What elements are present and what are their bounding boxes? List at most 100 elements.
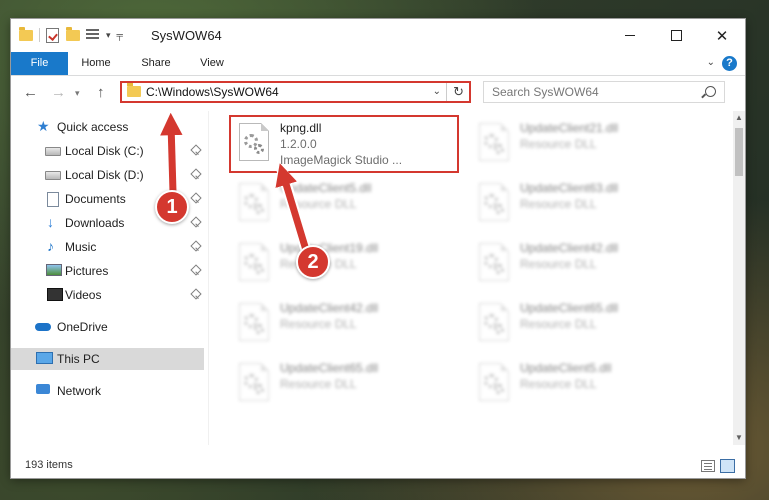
- large-icons-view-icon[interactable]: [720, 459, 735, 473]
- dll-file-icon: [479, 183, 509, 221]
- file-description: Resource DLL: [280, 377, 357, 391]
- file-description: Resource DLL: [280, 317, 357, 331]
- file-name: UpdateClient42.dll: [520, 241, 619, 255]
- expand-ribbon-icon[interactable]: ⌄: [707, 57, 715, 68]
- help-icon[interactable]: ?: [722, 56, 737, 71]
- file-tile[interactable]: UpdateClient65.dll Resource DLL: [231, 357, 457, 411]
- nav-item-label: OneDrive: [57, 320, 108, 334]
- file-tile[interactable]: UpdateClient63.dll Resource DLL: [471, 177, 697, 231]
- file-name: UpdateClient5.dll: [280, 181, 372, 195]
- new-folder-icon[interactable]: [66, 27, 80, 42]
- tab-view[interactable]: View: [189, 52, 235, 75]
- file-name: UpdateClient19.dll: [280, 241, 379, 255]
- file-tile[interactable]: UpdateClient5.dll Resource DLL: [471, 357, 697, 411]
- music-icon: ♪: [47, 238, 54, 254]
- nav-item-this-pc[interactable]: This PC: [11, 348, 204, 370]
- nav-item-network[interactable]: Network: [11, 380, 204, 402]
- customize-toolbar-icon[interactable]: ╤: [117, 30, 123, 40]
- address-row: ← → ▾ ↑ C:\Windows\SysWOW64 ⌄ ↻ Search S…: [11, 76, 745, 110]
- chevron-down-icon[interactable]: ▾: [106, 30, 111, 41]
- pin-icon[interactable]: [190, 168, 202, 180]
- pin-icon[interactable]: [190, 264, 202, 276]
- dll-file-icon: [479, 123, 509, 161]
- scroll-thumb[interactable]: [735, 128, 743, 176]
- address-bar[interactable]: C:\Windows\SysWOW64 ⌄ ↻: [120, 81, 471, 103]
- nav-item-label: Pictures: [65, 264, 109, 278]
- file-version: 1.2.0.0: [280, 137, 317, 151]
- minimize-icon: [625, 35, 635, 36]
- folder-icon[interactable]: [19, 27, 33, 42]
- star-icon: ★: [37, 118, 50, 134]
- minimize-button[interactable]: [607, 19, 653, 52]
- folder-icon: [127, 83, 141, 97]
- back-arrow-icon[interactable]: ←: [23, 84, 38, 101]
- tab-share[interactable]: Share: [131, 52, 181, 75]
- maximize-icon: [670, 30, 682, 41]
- up-arrow-icon[interactable]: ↑: [97, 84, 105, 101]
- file-tile[interactable]: UpdateClient5.dll Resource DLL: [231, 177, 457, 231]
- file-name: UpdateClient42.dll: [280, 301, 379, 315]
- pin-icon[interactable]: [190, 288, 202, 300]
- forward-arrow-icon[interactable]: →: [51, 84, 66, 101]
- pin-icon[interactable]: [190, 240, 202, 252]
- file-tile[interactable]: UpdateClient42.dll Resource DLL: [471, 237, 697, 291]
- file-description: Resource DLL: [520, 317, 597, 331]
- nav-item-label: Videos: [65, 288, 102, 302]
- nav-item-music[interactable]: ♪ Music: [11, 236, 204, 258]
- file-description: Resource DLL: [280, 197, 357, 211]
- nav-item-quick-access[interactable]: ★ Quick access: [11, 116, 204, 138]
- recent-locations-icon[interactable]: ▾: [75, 88, 80, 99]
- video-icon: [47, 288, 63, 301]
- tab-file[interactable]: File: [11, 52, 68, 75]
- file-description: Resource DLL: [520, 197, 597, 211]
- file-list: kpng.dll 1.2.0.0 ImageMagick Studio ... …: [209, 111, 733, 445]
- dll-file-icon: [239, 123, 269, 161]
- dll-file-icon: [239, 243, 269, 281]
- address-path[interactable]: C:\Windows\SysWOW64: [146, 85, 279, 99]
- nav-item-onedrive[interactable]: OneDrive: [11, 316, 204, 338]
- file-name: UpdateClient21.dll: [520, 121, 619, 135]
- search-input[interactable]: Search SysWOW64: [483, 81, 725, 103]
- nav-item-local-disk-d[interactable]: Local Disk (D:): [11, 164, 204, 186]
- nav-item-label: Network: [57, 384, 102, 398]
- pin-icon[interactable]: [190, 216, 202, 228]
- vertical-scrollbar[interactable]: ▲ ▼: [733, 111, 745, 445]
- refresh-icon[interactable]: ↻: [453, 84, 464, 100]
- file-company: ImageMagick Studio ...: [280, 153, 403, 167]
- nav-item-label: Documents: [65, 192, 126, 206]
- scroll-up-icon[interactable]: ▲: [733, 111, 745, 125]
- step-badge-1: 1: [155, 190, 189, 224]
- nav-item-pictures[interactable]: Pictures: [11, 260, 204, 282]
- file-tile-kpng-dll[interactable]: kpng.dll 1.2.0.0 ImageMagick Studio ...: [229, 115, 459, 173]
- file-description: Resource DLL: [520, 377, 597, 391]
- properties-icon[interactable]: [46, 28, 60, 43]
- nav-item-local-disk-c[interactable]: Local Disk (C:): [11, 140, 204, 162]
- list-view-icon[interactable]: [86, 28, 100, 42]
- close-button[interactable]: ✕: [699, 19, 745, 52]
- pin-icon[interactable]: [190, 192, 202, 204]
- chevron-down-icon[interactable]: ⌄: [433, 86, 441, 97]
- ribbon-tabs: File Home Share View ⌄ ?: [11, 52, 745, 76]
- pictures-icon: [46, 264, 62, 276]
- file-tile[interactable]: UpdateClient42.dll Resource DLL: [231, 297, 457, 351]
- file-tile[interactable]: UpdateClient19.dll Resource DLL: [231, 237, 457, 291]
- file-name: UpdateClient65.dll: [280, 361, 379, 375]
- details-view-icon[interactable]: [701, 460, 715, 472]
- step-badge-2: 2: [296, 245, 330, 279]
- file-tile[interactable]: UpdateClient65.dll Resource DLL: [471, 297, 697, 351]
- file-name: UpdateClient65.dll: [520, 301, 619, 315]
- maximize-button[interactable]: [653, 19, 699, 52]
- nav-item-label: Downloads: [65, 216, 125, 230]
- pin-icon[interactable]: [190, 144, 202, 156]
- file-tile[interactable]: UpdateClient21.dll Resource DLL: [471, 117, 697, 171]
- scroll-down-icon[interactable]: ▼: [733, 431, 745, 445]
- search-icon[interactable]: [705, 86, 716, 97]
- drive-icon: [45, 171, 61, 180]
- title-bar: ▾ ╤ SysWOW64 ✕: [11, 19, 745, 52]
- dll-file-icon: [479, 243, 509, 281]
- dll-file-icon: [239, 183, 269, 221]
- nav-item-label: This PC: [57, 352, 100, 366]
- dll-file-icon: [479, 363, 509, 401]
- nav-item-videos[interactable]: Videos: [11, 284, 204, 306]
- tab-home[interactable]: Home: [71, 52, 121, 75]
